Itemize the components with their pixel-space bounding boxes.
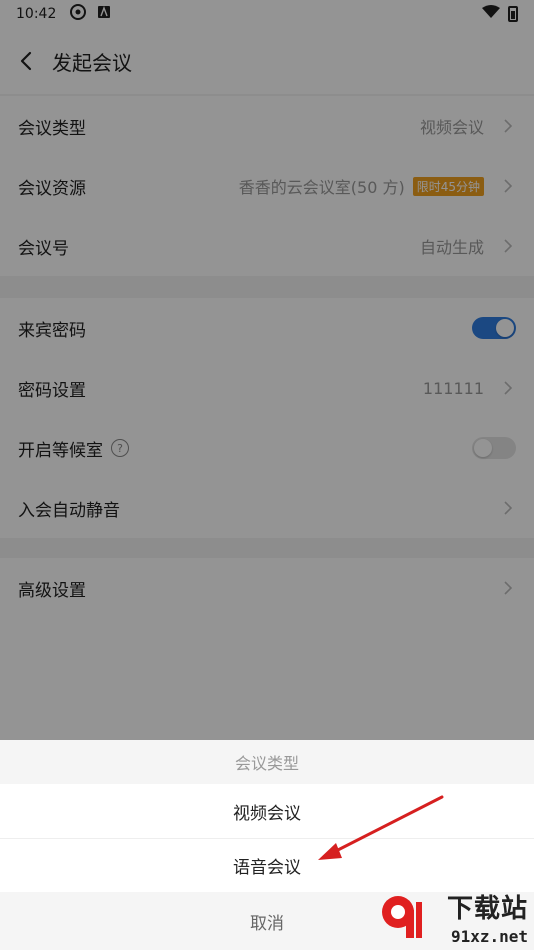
site-watermark: 下载站 91xz.net <box>378 888 528 946</box>
watermark-url: 91xz.net <box>450 927 528 946</box>
option-video-meeting[interactable]: 视频会议 <box>0 784 534 838</box>
option-voice-meeting[interactable]: 语音会议 <box>0 838 534 892</box>
watermark-title: 下载站 <box>446 894 528 924</box>
watermark-logo-icon <box>382 896 422 938</box>
action-sheet-title: 会议类型 <box>0 740 534 784</box>
